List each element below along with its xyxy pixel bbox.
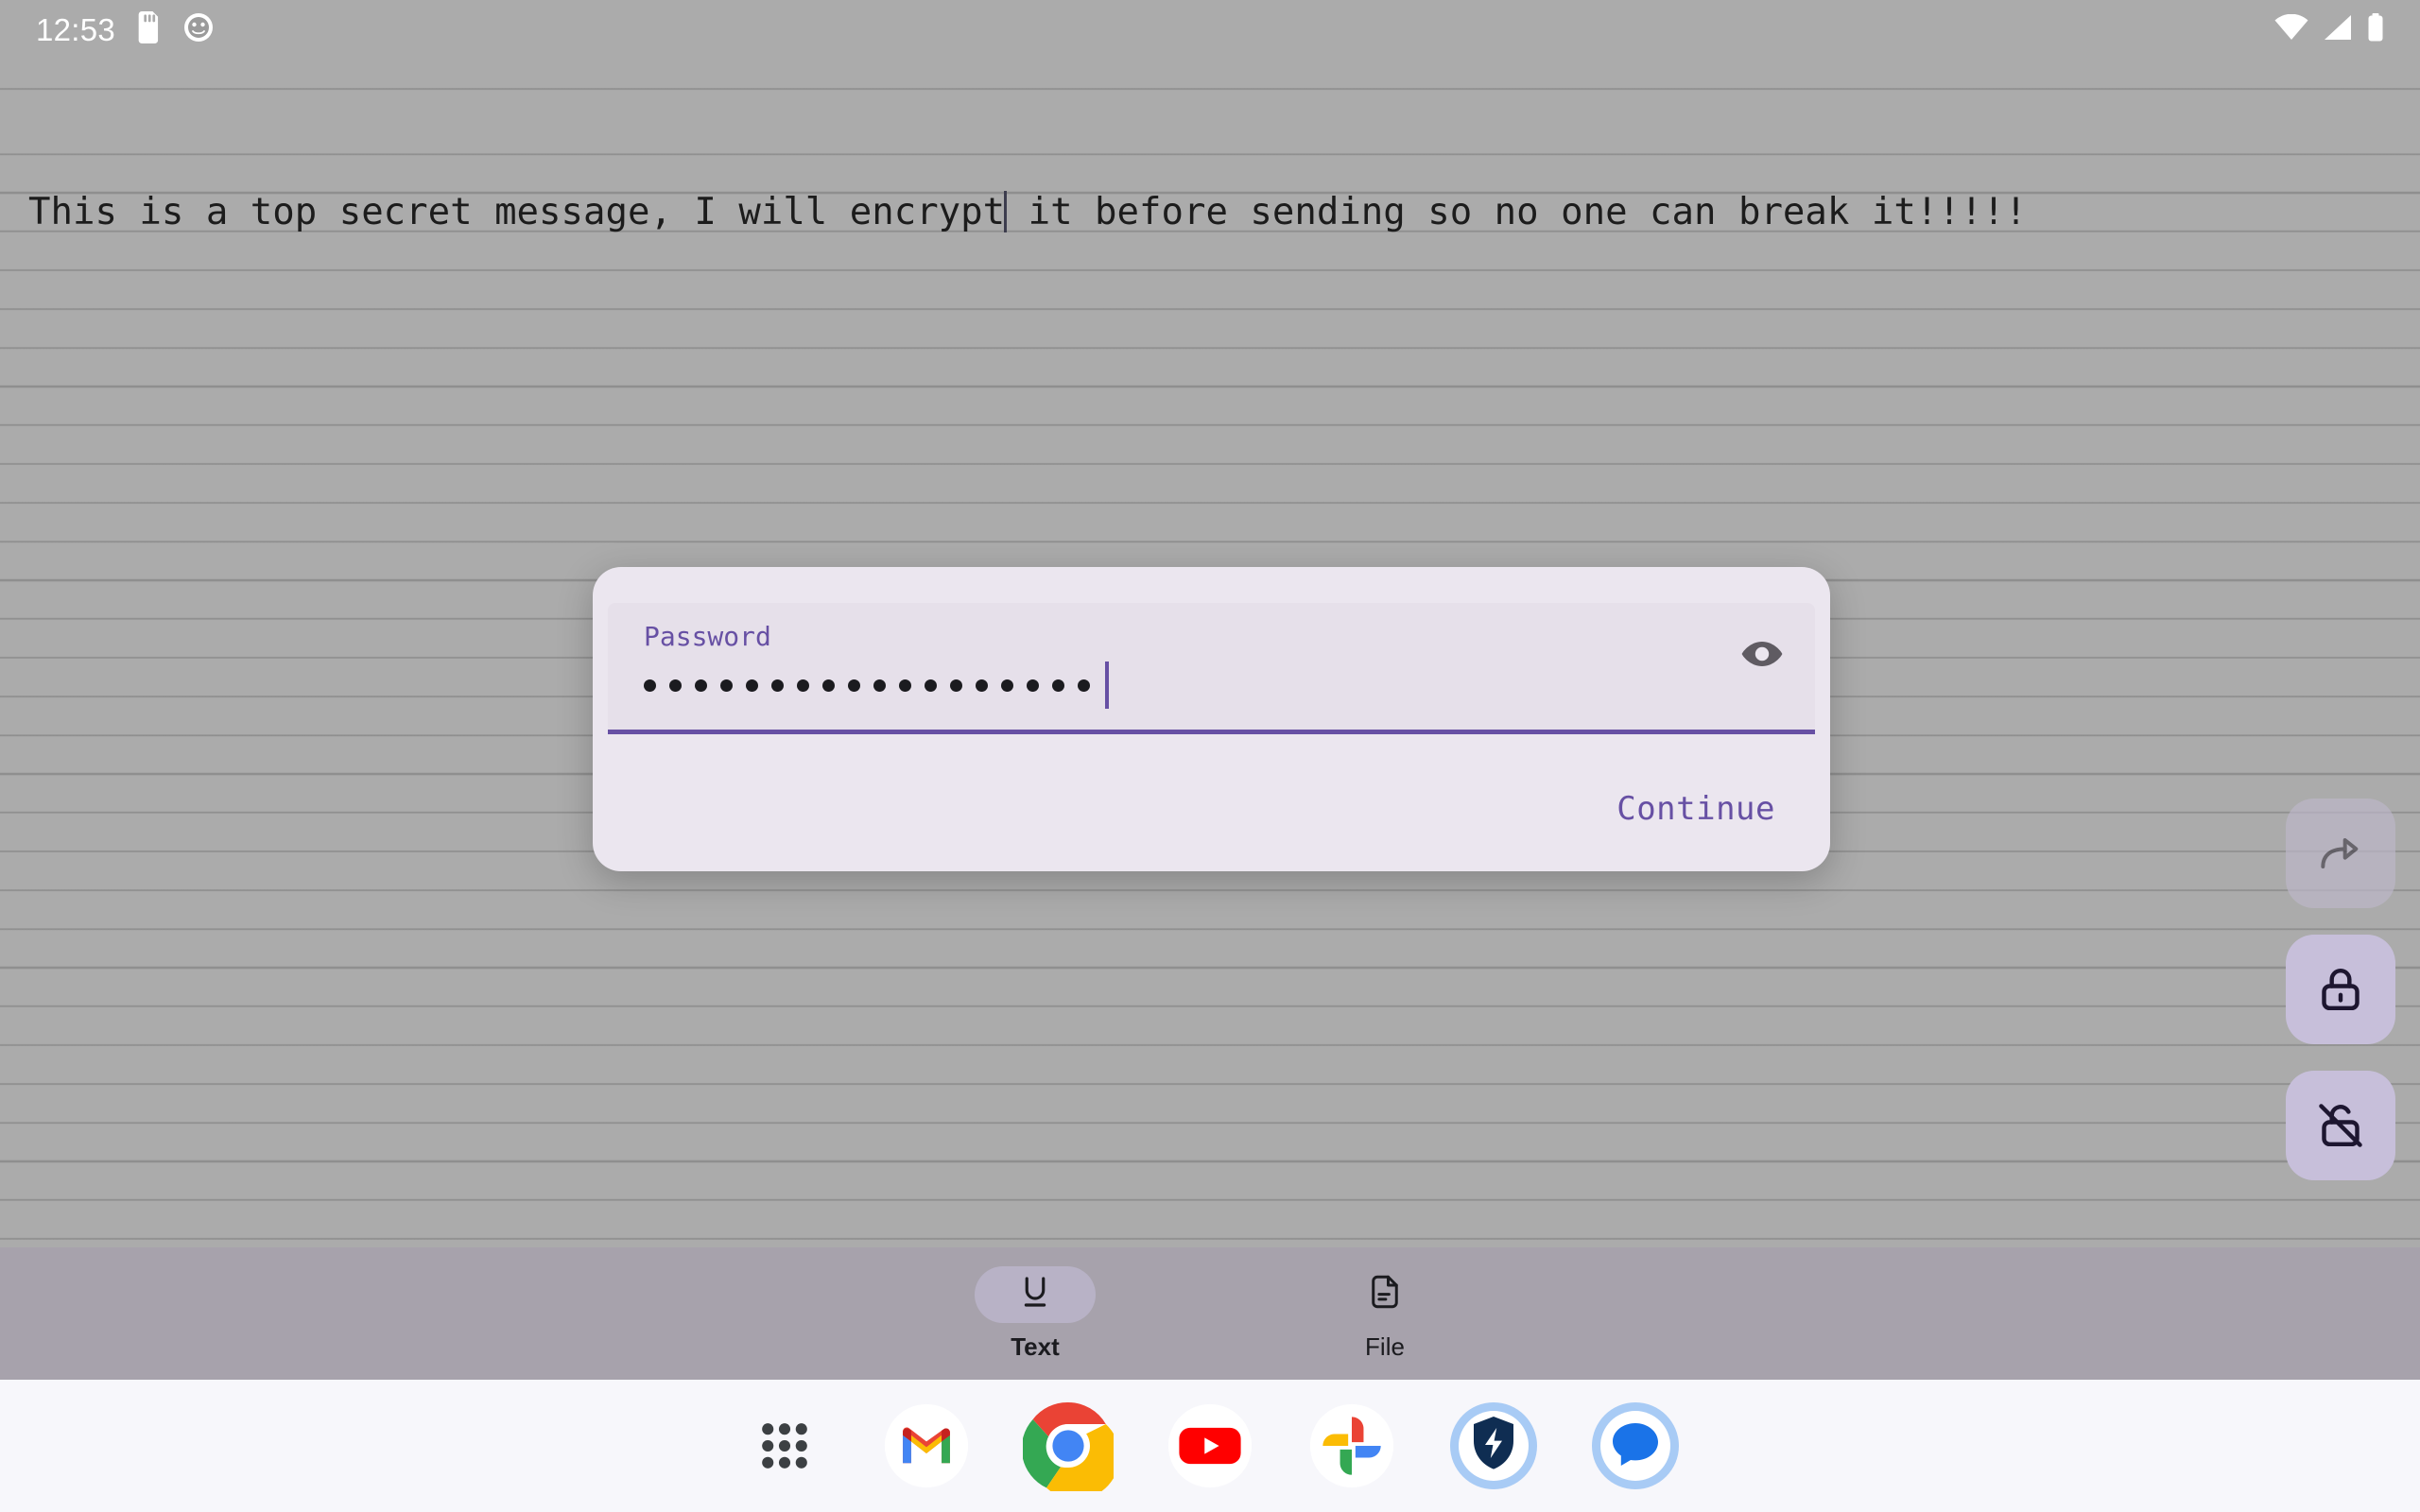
password-field-underline [608, 730, 1815, 734]
password-caret [1105, 662, 1109, 709]
share-button[interactable] [2286, 799, 2395, 908]
google-messages-icon[interactable] [1590, 1400, 1681, 1491]
password-dot [822, 679, 835, 692]
password-dot [746, 679, 758, 692]
eye-icon [1739, 631, 1785, 679]
password-dot [1027, 679, 1039, 692]
sd-card-icon [136, 10, 163, 48]
status-bar-left: 12:53 [36, 10, 214, 48]
password-dot [695, 679, 707, 692]
battery-icon [2367, 12, 2384, 46]
chrome-icon[interactable] [1023, 1400, 1114, 1491]
note-text-before-caret: This is a top secret message, I will enc… [28, 191, 1006, 233]
password-masked-value [644, 662, 1109, 709]
password-dot [899, 679, 911, 692]
mode-selector-bar: Text File [0, 1247, 2420, 1380]
password-dialog: Password Continue [593, 567, 1830, 871]
password-label: Password [644, 621, 771, 652]
password-dot [720, 679, 733, 692]
app-notification-icon [183, 12, 214, 47]
note-text-after-caret: it before sending so no one can break it… [1006, 191, 2028, 233]
android-tablet-screen: 12:53 This is a top secret message, I wi… [0, 0, 2420, 1512]
password-dot [669, 679, 682, 692]
password-dot [873, 679, 886, 692]
status-bar-right [2274, 12, 2384, 46]
password-input-field[interactable]: Password [608, 603, 1815, 730]
password-dot [771, 679, 784, 692]
mode-label-file: File [1365, 1332, 1405, 1361]
password-dot [644, 679, 656, 692]
mode-label-text: Text [1011, 1332, 1060, 1361]
side-action-buttons [2286, 799, 2395, 1180]
shield-bolt-icon[interactable] [1448, 1400, 1539, 1491]
password-dot [1001, 679, 1013, 692]
mode-item-text[interactable]: Text [945, 1265, 1125, 1362]
wifi-icon [2274, 13, 2308, 45]
password-dot [1052, 679, 1064, 692]
password-dot [950, 679, 962, 692]
app-drawer-icon[interactable] [739, 1400, 830, 1491]
password-dot [925, 679, 937, 692]
mode-pill-text [975, 1265, 1096, 1323]
decrypt-button[interactable] [2286, 1071, 2395, 1180]
format-underline-icon [1015, 1272, 1055, 1316]
document-icon [1365, 1272, 1405, 1316]
cellular-signal-icon [2324, 14, 2352, 45]
youtube-icon[interactable] [1165, 1400, 1255, 1491]
continue-button[interactable]: Continue [1607, 782, 1785, 835]
toggle-password-visibility-button[interactable] [1728, 621, 1796, 689]
app-dock [0, 1380, 2420, 1512]
password-dot [797, 679, 809, 692]
gmail-icon[interactable] [881, 1400, 972, 1491]
note-text-content[interactable]: This is a top secret message, I will enc… [28, 191, 2392, 232]
lock-icon [2314, 963, 2367, 1016]
lock-off-icon [2314, 1099, 2367, 1152]
mode-item-file[interactable]: File [1295, 1266, 1475, 1362]
mode-pill-file [1324, 1266, 1445, 1323]
status-clock: 12:53 [36, 11, 116, 47]
google-photos-icon[interactable] [1306, 1400, 1397, 1491]
password-dot [976, 679, 988, 692]
password-dot [1078, 679, 1090, 692]
status-bar: 12:53 [0, 0, 2420, 59]
password-dot [848, 679, 860, 692]
share-arrow-icon [2314, 827, 2367, 880]
encrypt-button[interactable] [2286, 935, 2395, 1044]
